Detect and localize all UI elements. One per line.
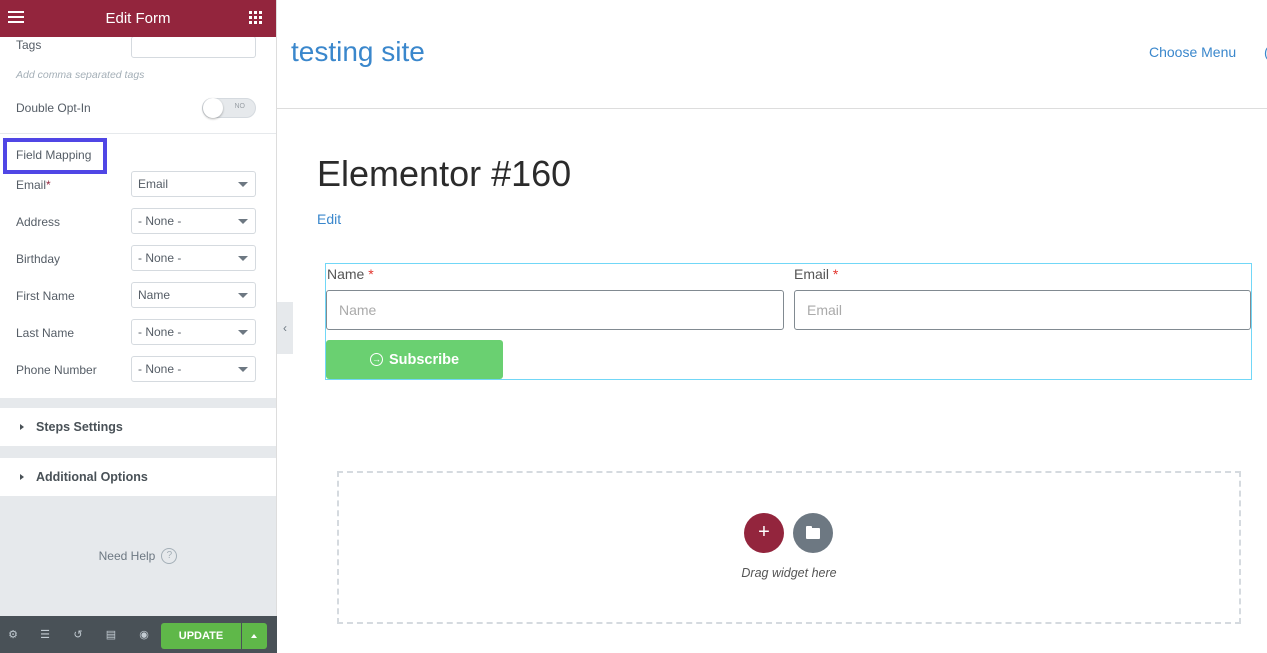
mapping-label-last-name: Last Name	[16, 326, 75, 340]
add-section-button[interactable]: +	[744, 513, 784, 553]
mapping-label-address: Address	[16, 215, 61, 229]
mapping-select-address[interactable]: - None -	[131, 208, 256, 234]
email-field-label: Email *	[794, 266, 839, 282]
mapping-label-birthday: Birthday	[16, 252, 61, 266]
toggle-state: NO	[234, 103, 246, 110]
tags-label: Tags	[16, 38, 42, 52]
update-button[interactable]: UPDATE	[161, 623, 241, 649]
panel-header: Edit Form	[0, 0, 276, 37]
mapping-select-last-name[interactable]: - None -	[131, 319, 256, 345]
double-opt-in-label: Double Opt-In	[16, 101, 91, 115]
header-divider	[277, 108, 1267, 109]
page-title: Elementor #160	[317, 153, 572, 194]
layers-icon[interactable]: ☰	[38, 628, 52, 642]
tags-section: Tags Add comma separated tags Double Opt…	[0, 36, 276, 133]
gear-icon[interactable]: ⚙	[6, 628, 20, 642]
need-help-link[interactable]: Need Help ?	[0, 548, 276, 564]
panel-title: Edit Form	[105, 10, 171, 27]
highlight-box	[3, 138, 107, 174]
caret-up-icon	[251, 634, 257, 638]
name-input[interactable]: Name	[326, 290, 784, 330]
need-help-label: Need Help	[98, 549, 156, 563]
section-label: Steps Settings	[36, 420, 123, 434]
widgets-grid-icon[interactable]	[249, 11, 262, 24]
folder-icon	[806, 526, 820, 539]
chevron-down-icon	[238, 256, 248, 261]
subscribe-button[interactable]: → Subscribe	[326, 340, 503, 379]
section-steps-settings[interactable]: Steps Settings	[0, 408, 276, 446]
email-input[interactable]: Email	[794, 290, 1251, 330]
hamburger-menu-icon[interactable]	[8, 11, 24, 25]
section-label: Additional Options	[36, 470, 148, 484]
chevron-down-icon	[238, 219, 248, 224]
chevron-left-icon: ‹	[283, 321, 287, 335]
tags-input[interactable]	[131, 36, 256, 58]
help-icon: ?	[161, 548, 178, 564]
arrow-circle-right-icon: →	[369, 353, 383, 366]
mapping-select-birthday[interactable]: - None -	[131, 245, 256, 271]
eye-icon[interactable]: ◉	[137, 628, 151, 642]
history-icon[interactable]: ↺	[71, 628, 85, 642]
plus-icon: +	[758, 521, 770, 543]
elementor-panel: Edit Form Tags Add comma separated tags …	[0, 0, 277, 653]
chevron-down-icon	[238, 330, 248, 335]
chevron-down-icon	[238, 182, 248, 187]
collapse-panel-button[interactable]: ‹	[277, 302, 293, 354]
tags-hint: Add comma separated tags	[16, 69, 145, 81]
drop-area[interactable]	[337, 471, 1241, 624]
subscribe-label: Subscribe	[388, 351, 460, 368]
choose-menu-link[interactable]: Choose Menu	[1149, 44, 1236, 60]
toggle-knob	[203, 98, 223, 118]
caret-right-icon	[20, 474, 24, 480]
section-additional-options[interactable]: Additional Options	[0, 458, 276, 496]
mapping-label-first-name: First Name	[16, 289, 75, 303]
responsive-icon[interactable]: ▤	[104, 628, 118, 642]
chevron-down-icon	[238, 293, 248, 298]
edit-link[interactable]: Edit	[317, 211, 341, 227]
mapping-select-phone-number[interactable]: - None -	[131, 356, 256, 382]
update-options-button[interactable]	[242, 623, 267, 649]
caret-right-icon	[20, 424, 24, 430]
double-opt-in-toggle[interactable]: NO	[202, 98, 256, 118]
mapping-select-email[interactable]: Email	[131, 171, 256, 197]
mapping-label-email: Email*	[16, 178, 51, 192]
drag-widget-hint: Drag widget here	[741, 566, 837, 580]
add-template-button[interactable]	[793, 513, 833, 553]
name-field-label: Name *	[327, 266, 374, 282]
mapping-label-phone-number: Phone Number	[16, 363, 97, 377]
mapping-select-first-name[interactable]: Name	[131, 282, 256, 308]
site-title[interactable]: testing site	[291, 36, 425, 68]
chevron-down-icon	[238, 367, 248, 372]
